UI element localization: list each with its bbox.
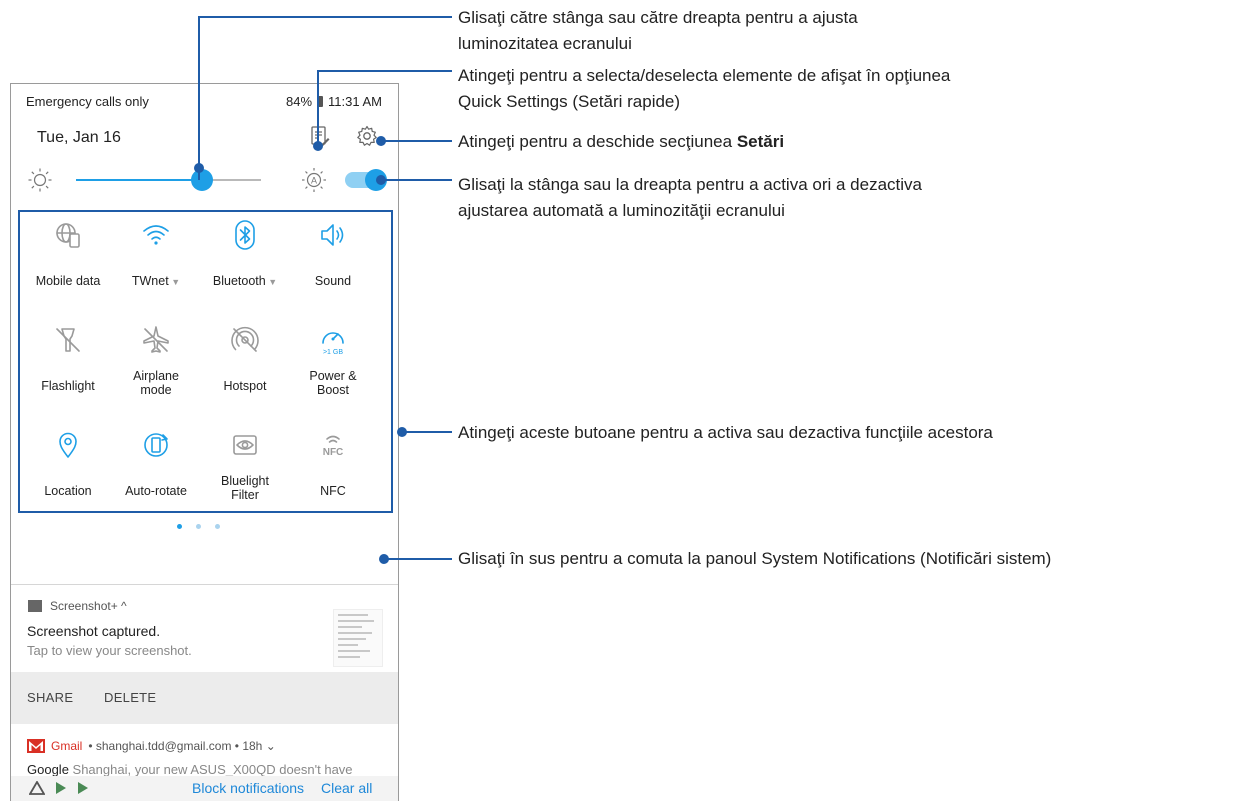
annotation-edit-line2: Quick Settings (Setări rapide) xyxy=(458,92,681,111)
annotation-swipe: Glisaţi în sus pentru a comuta la panoul… xyxy=(458,549,1052,568)
annotation-settings: Atingeţi pentru a deschide secţiunea Set… xyxy=(458,129,784,155)
callout-dot xyxy=(376,175,386,185)
annotation-settings-text: Atingeţi pentru a deschide secţiunea xyxy=(458,132,737,151)
callout-brightness-line xyxy=(198,16,452,180)
callout-dot xyxy=(376,136,386,146)
annotation-auto: Glisaţi la stânga sau la dreapta pentru … xyxy=(458,172,922,224)
annotation-edit: Atingeţi pentru a selecta/deselecta elem… xyxy=(458,63,950,115)
annotation-brightness: Glisaţi către stânga sau către dreapta p… xyxy=(458,5,858,57)
annotation-edit-line1: Atingeţi pentru a selecta/deselecta elem… xyxy=(458,66,951,85)
annotation-auto-line2: ajustarea automată a luminozităţii ecran… xyxy=(458,201,785,220)
annotation-settings-bold: Setări xyxy=(736,132,785,151)
callout-edit-line xyxy=(317,70,452,146)
callout-dot xyxy=(397,427,407,437)
callout-dot xyxy=(379,554,389,564)
annotation-brightness-line1: Glisaţi către stânga sau către dreapta p… xyxy=(458,8,858,27)
annotation-tiles: Atingeţi aceste butoane pentru a activa … xyxy=(458,423,993,442)
callout-dot xyxy=(194,163,204,173)
callout-dot xyxy=(313,141,323,151)
annotation-auto-line1: Glisaţi la stânga sau la dreapta pentru … xyxy=(458,175,922,194)
callout-lines xyxy=(194,16,452,564)
annotation-brightness-line2: luminozitatea ecranului xyxy=(458,34,632,53)
